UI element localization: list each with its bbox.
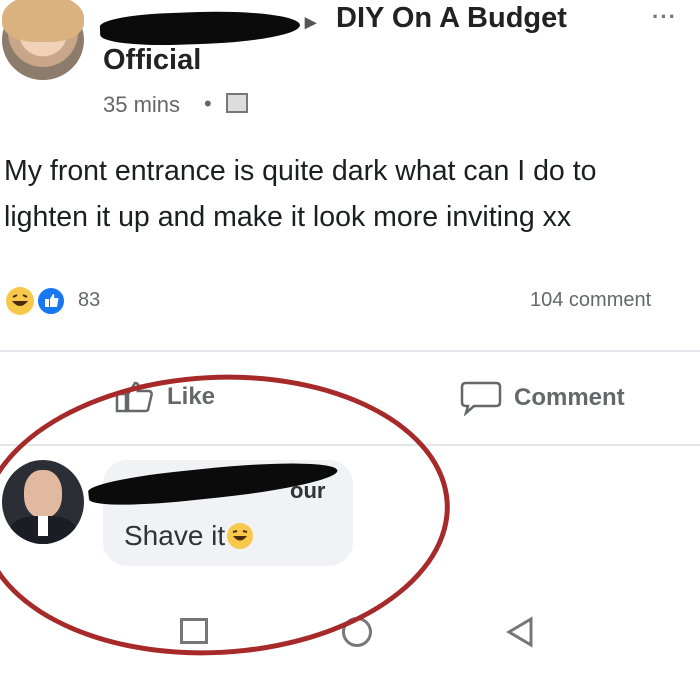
comment-icon bbox=[460, 381, 502, 416]
post-time: 35 mins bbox=[103, 92, 181, 117]
reaction-count[interactable]: 83 bbox=[78, 289, 100, 312]
back-nav-icon[interactable] bbox=[505, 616, 535, 648]
comment-count[interactable]: 104 comment bbox=[530, 289, 651, 312]
like-reaction-icon bbox=[36, 286, 66, 316]
meta-dot: • bbox=[204, 91, 212, 116]
redacted-author-name bbox=[99, 8, 301, 48]
group-name[interactable]: DIY On A Budget bbox=[336, 2, 567, 35]
group-arrow: ▸ bbox=[305, 9, 317, 34]
comment-label: Comment bbox=[514, 384, 625, 411]
annotation-circle bbox=[0, 362, 458, 668]
globe-icon bbox=[226, 93, 248, 113]
post-text: My front entrance is quite dark what can… bbox=[4, 148, 596, 240]
more-icon[interactable]: ··· bbox=[652, 4, 677, 30]
comment-button[interactable]: Comment bbox=[460, 380, 625, 416]
post-text-line-1: My front entrance is quite dark what can… bbox=[4, 155, 597, 187]
author-avatar-hair bbox=[2, 0, 84, 42]
author-name-suffix[interactable]: Official bbox=[103, 44, 201, 77]
post-text-line-2: lighten it up and make it look more invi… bbox=[4, 201, 572, 233]
action-divider-top bbox=[0, 350, 700, 352]
haha-reaction-icon bbox=[6, 287, 34, 315]
